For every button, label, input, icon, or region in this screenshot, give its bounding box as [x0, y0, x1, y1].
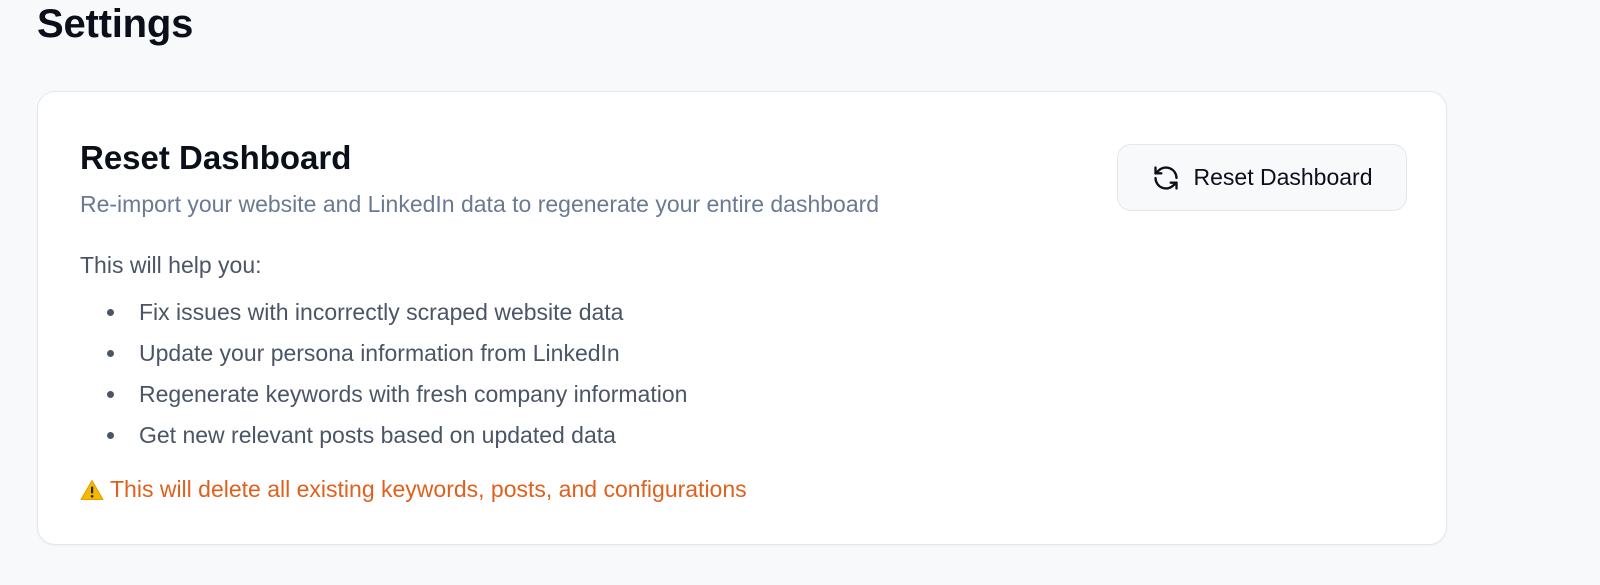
list-item-text: Regenerate keywords with fresh company i…: [139, 381, 688, 407]
help-intro: This will help you:: [80, 252, 262, 278]
list-item-text: Get new relevant posts based on updated …: [139, 422, 616, 448]
refresh-icon: [1152, 164, 1180, 192]
page-title: Settings: [37, 2, 194, 46]
list-item: Fix issues with incorrectly scraped webs…: [80, 297, 687, 338]
warning-triangle-icon: [80, 478, 104, 500]
card-description: Re-import your website and LinkedIn data…: [80, 191, 880, 217]
list-item-text: Update your persona information from Lin…: [139, 340, 620, 366]
bullet-dot: [107, 432, 114, 439]
card-title: Reset Dashboard: [80, 139, 352, 176]
bullet-dot: [107, 391, 114, 398]
bullet-dot: [107, 309, 114, 316]
bullet-dot: [107, 350, 114, 357]
help-list: Fix issues with incorrectly scraped webs…: [80, 297, 687, 461]
list-item: Get new relevant posts based on updated …: [80, 420, 687, 461]
list-item-text: Fix issues with incorrectly scraped webs…: [139, 299, 624, 325]
list-item: Regenerate keywords with fresh company i…: [80, 379, 687, 420]
reset-dashboard-card: Reset Dashboard Re-import your website a…: [37, 91, 1447, 545]
reset-dashboard-button-label: Reset Dashboard: [1193, 164, 1373, 190]
list-item: Update your persona information from Lin…: [80, 338, 687, 379]
warning-message: This will delete all existing keywords, …: [80, 474, 747, 504]
warning-text: This will delete all existing keywords, …: [110, 476, 747, 502]
reset-dashboard-button[interactable]: Reset Dashboard: [1117, 144, 1407, 211]
